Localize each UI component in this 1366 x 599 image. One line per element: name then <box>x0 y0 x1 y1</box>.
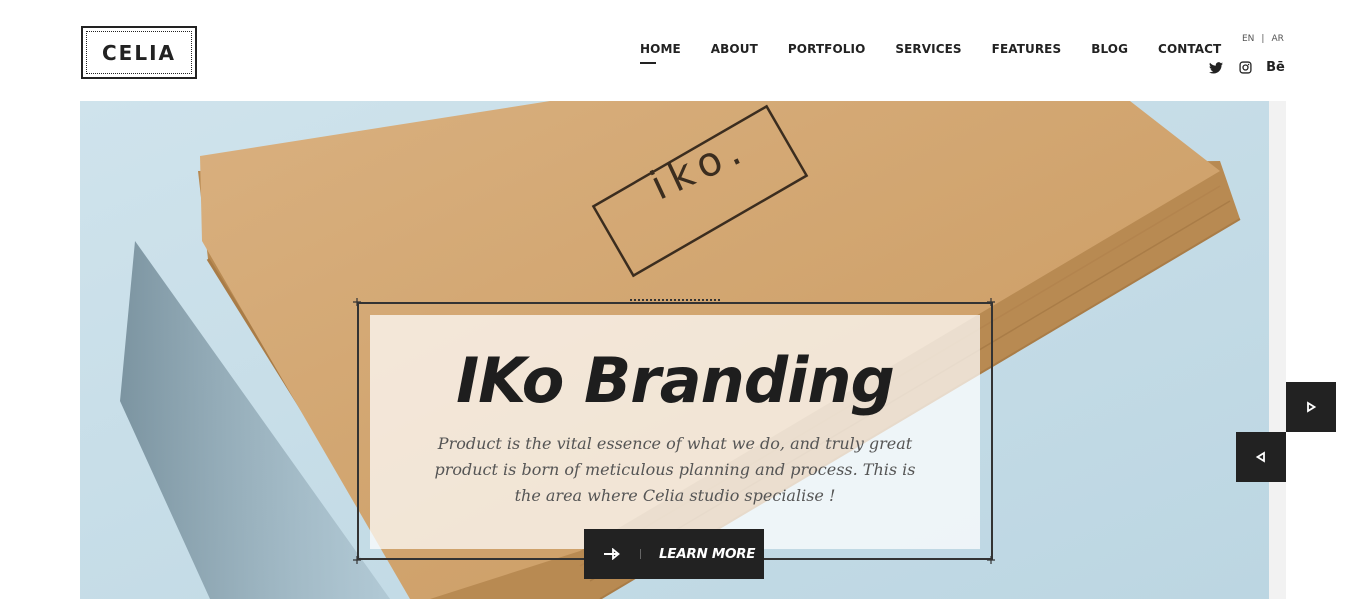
hero-edge-strip <box>1269 101 1286 599</box>
nav-item-services[interactable]: SERVICES <box>895 42 961 56</box>
logo-text: CELIA <box>101 40 176 65</box>
prev-slide-button[interactable] <box>1236 432 1286 482</box>
frame-corner-br <box>987 556 995 564</box>
nav-item-home[interactable]: HOME <box>640 42 681 64</box>
frame-corner-tr <box>987 298 995 306</box>
nav-item-blog[interactable]: BLOG <box>1091 42 1128 56</box>
logo[interactable]: CELIA <box>81 26 197 79</box>
language-switcher: EN | AR <box>1242 34 1284 44</box>
nav-item-portfolio[interactable]: PORTFOLIO <box>788 42 866 56</box>
arrow-right-icon <box>584 548 640 560</box>
slide-description: Product is the vital essence of what we … <box>434 434 916 505</box>
main-nav: HOME ABOUT PORTFOLIO SERVICES FEATURES B… <box>640 42 1221 64</box>
twitter-icon[interactable] <box>1208 60 1223 75</box>
nav-item-features[interactable]: FEATURES <box>992 42 1062 56</box>
triangle-right-icon <box>1307 401 1317 413</box>
next-slide-button[interactable] <box>1286 382 1336 432</box>
frame-corner-bl <box>353 556 361 564</box>
instagram-icon[interactable] <box>1238 60 1253 75</box>
lang-en[interactable]: EN <box>1242 34 1254 44</box>
social-links: Bē <box>1208 60 1285 75</box>
learn-more-button[interactable]: LEARN MORE <box>584 529 764 579</box>
frame-ornament <box>630 299 720 305</box>
nav-item-contact[interactable]: CONTACT <box>1158 42 1221 56</box>
triangle-left-icon <box>1255 451 1265 463</box>
button-divider <box>640 549 641 559</box>
slide-title: IKo Branding <box>456 344 895 417</box>
learn-more-label: LEARN MORE <box>659 546 756 562</box>
lang-ar[interactable]: AR <box>1271 34 1283 44</box>
frame-corner-tl <box>353 298 361 306</box>
nav-item-about[interactable]: ABOUT <box>711 42 758 56</box>
behance-icon[interactable]: Bē <box>1266 60 1285 75</box>
lang-separator: | <box>1261 34 1265 44</box>
